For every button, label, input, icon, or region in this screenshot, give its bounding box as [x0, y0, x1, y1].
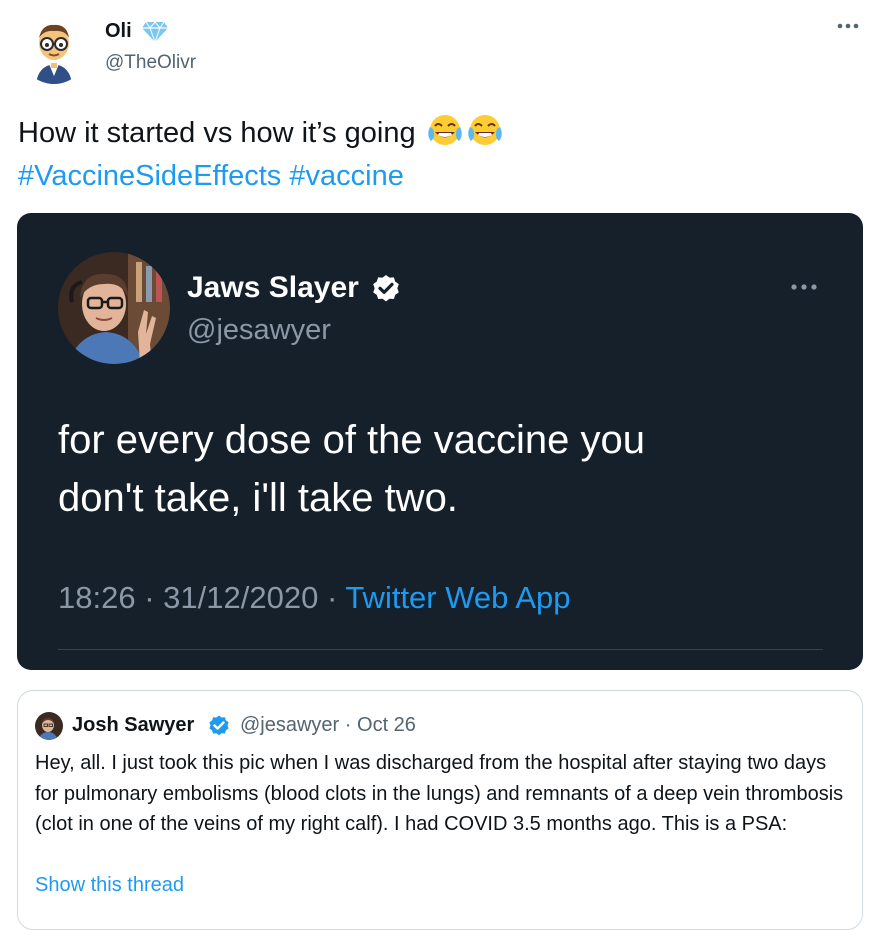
quoted-author-name[interactable]: Josh Sawyer — [72, 714, 194, 737]
more-options-icon[interactable] — [834, 16, 862, 36]
diamond-emoji-icon — [141, 21, 169, 44]
inner-time: 18:26 — [58, 580, 136, 615]
quoted-author-avatar[interactable] — [35, 712, 63, 740]
inner-tweet-text: for every dose of the vaccine you don't … — [58, 411, 828, 527]
quoted-author-handle[interactable]: @jesawyer — [240, 714, 339, 736]
verified-badge-icon — [207, 714, 231, 738]
tweet-text: How it started vs how it’s going #Vaccin… — [18, 112, 504, 198]
quoted-date[interactable]: Oct 26 — [357, 714, 416, 736]
tweet-body: How it started vs how it’s going — [18, 117, 416, 149]
meta-separator: · — [144, 580, 155, 615]
tweet-header: Oli @TheOlivr — [0, 0, 880, 100]
hashtag-link[interactable]: #VaccineSideEffects — [18, 160, 281, 192]
author-handle[interactable]: @TheOlivr — [105, 52, 196, 74]
meta-separator: · — [344, 714, 352, 736]
verified-badge-icon — [370, 273, 402, 305]
inner-divider — [58, 649, 823, 650]
quoted-tweet-text: Hey, all. I just took this pic when I wa… — [35, 752, 844, 835]
tweet-line-1: How it started vs how it’s going — [18, 112, 504, 155]
inner-date: 31/12/2020 — [163, 580, 319, 615]
quoted-tweet[interactable]: Josh Sawyer @jesawyer · Oct 26 Hey, all.… — [17, 690, 863, 930]
hashtag-link[interactable]: #vaccine — [289, 160, 403, 192]
inner-author-avatar — [58, 252, 170, 364]
author-avatar[interactable] — [20, 16, 88, 84]
face-with-tears-of-joy-icon — [466, 113, 504, 147]
inner-tweet-line: for every dose of the vaccine you — [58, 418, 645, 462]
inner-tweet-meta: 18:26 · 31/12/2020 · Twitter Web App — [58, 580, 570, 616]
author-name[interactable]: Oli — [105, 20, 132, 43]
tweet-media-screenshot[interactable]: Jaws Slayer @jesawyer for every dose of … — [17, 213, 863, 670]
tweet-line-2: #VaccineSideEffects #vaccine — [18, 155, 504, 198]
face-with-tears-of-joy-icon — [426, 113, 464, 147]
inner-tweet-line: don't take, i'll take two. — [58, 476, 458, 520]
inner-source-app: Twitter Web App — [345, 580, 571, 615]
inner-author-handle: @jesawyer — [187, 314, 331, 346]
meta-separator: · — [326, 580, 338, 615]
quoted-author-meta: @jesawyer · Oct 26 — [240, 714, 416, 737]
show-thread-link[interactable]: Show this thread — [35, 874, 184, 897]
inner-author-name: Jaws Slayer — [187, 271, 359, 304]
inner-more-options-icon — [787, 279, 821, 295]
